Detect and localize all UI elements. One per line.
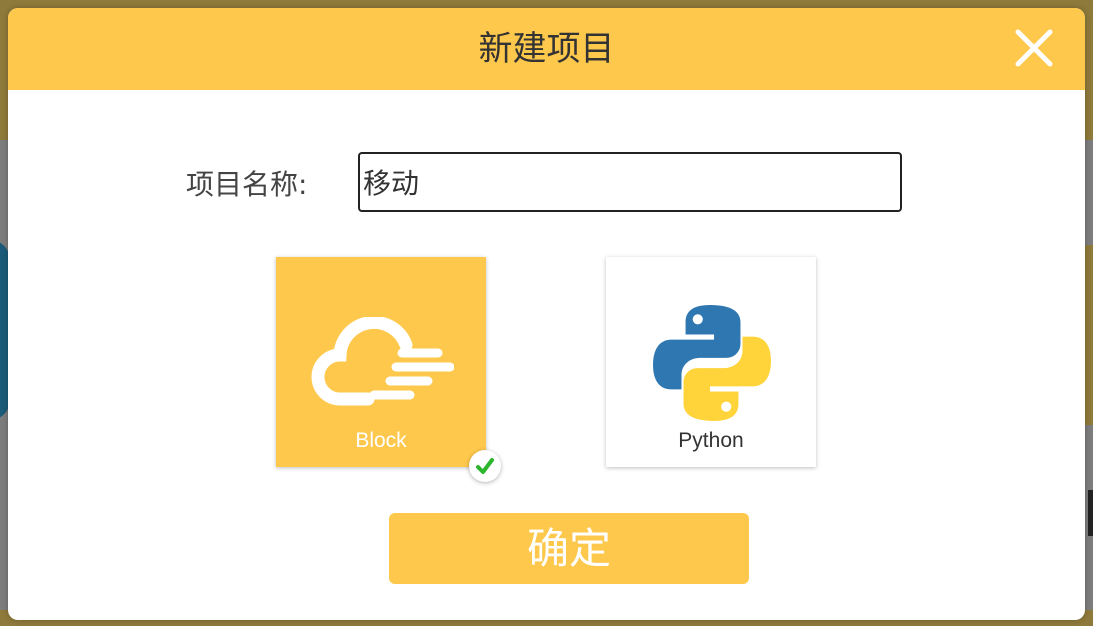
block-label: Block <box>355 429 407 452</box>
checkmark-icon <box>476 458 494 474</box>
python-logo-icon <box>653 305 771 421</box>
cloud-wind-icon <box>311 317 454 406</box>
close-icon <box>1015 29 1053 67</box>
python-label: Python <box>678 429 744 452</box>
project-name-input[interactable] <box>358 152 902 212</box>
close-button[interactable] <box>1012 26 1056 70</box>
project-type-python[interactable]: Python <box>606 257 816 467</box>
background-edge <box>1088 490 1093 536</box>
dialog-header: 新建项目 <box>8 8 1085 90</box>
dialog-title: 新建项目 <box>478 29 615 69</box>
project-name-label: 项目名称: <box>186 168 308 201</box>
new-project-dialog: 新建项目 项目名称: Block Python <box>8 8 1085 620</box>
selected-badge <box>469 450 501 482</box>
confirm-button[interactable]: 确定 <box>389 513 749 584</box>
project-type-block[interactable]: Block <box>276 257 486 467</box>
